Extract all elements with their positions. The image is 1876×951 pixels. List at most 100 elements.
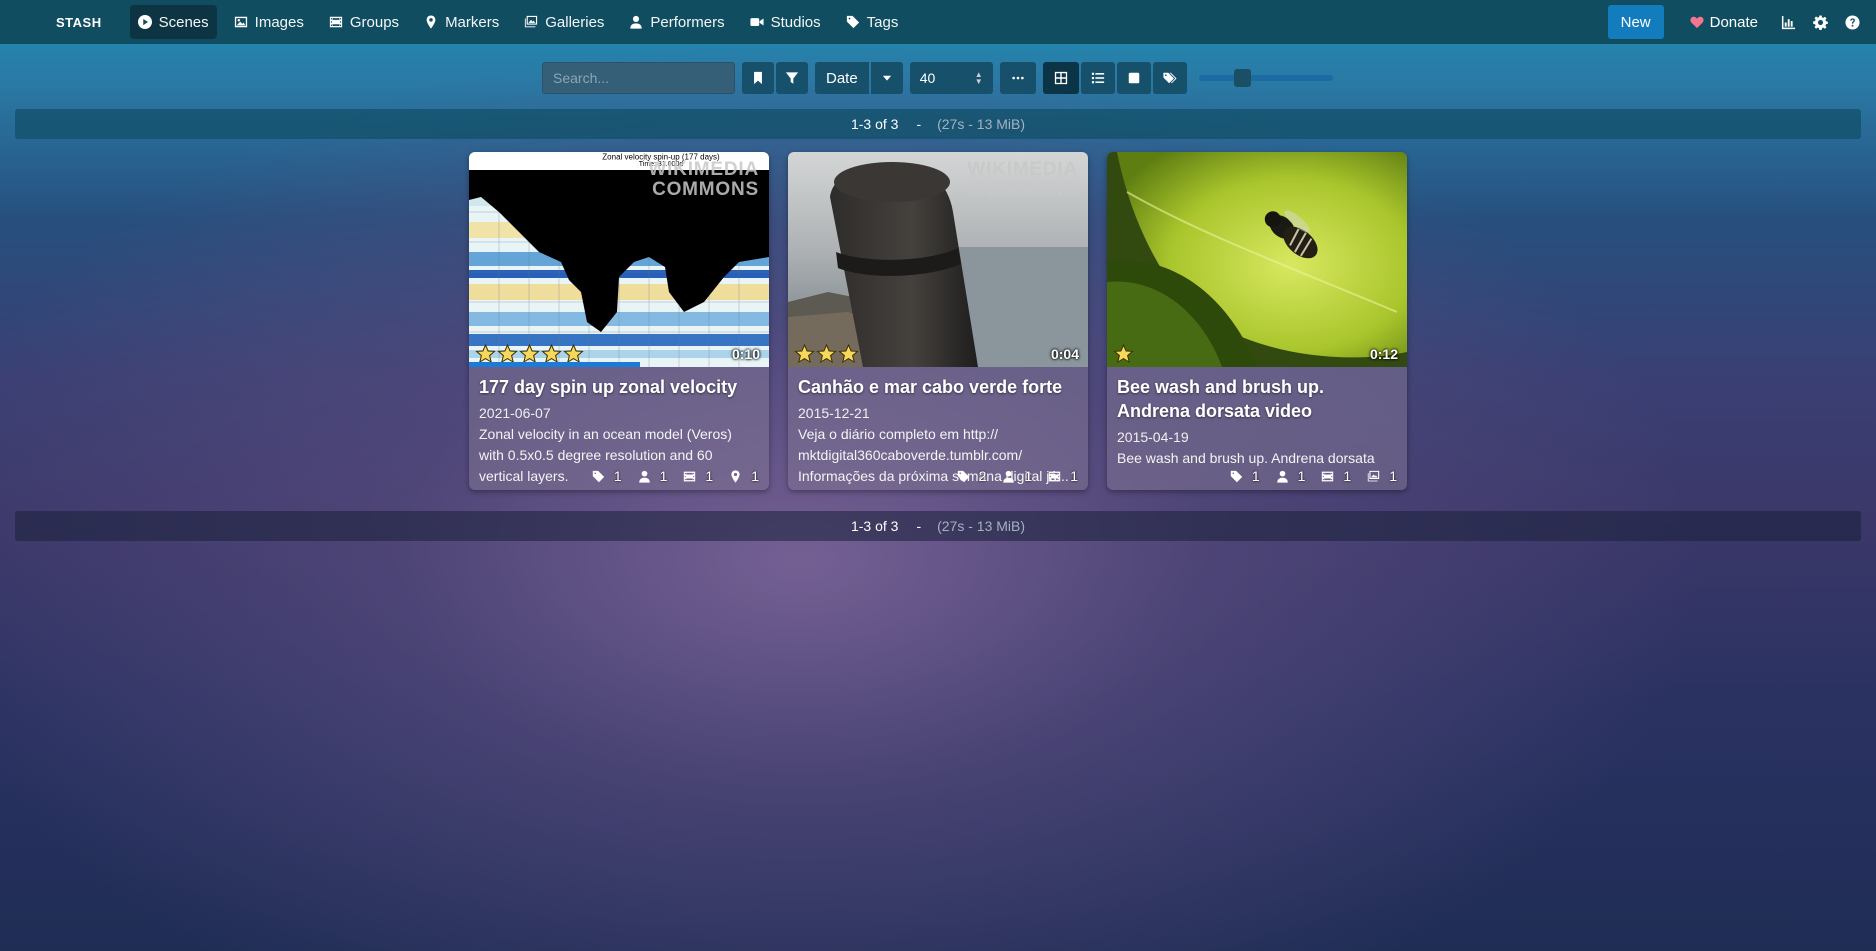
scene-card[interactable]: Zonal velocity spin-up (177 days) Time: … [469, 152, 769, 490]
zoom-slider-thumb[interactable] [1233, 69, 1251, 87]
scene-card[interactable]: WIKIMEDIA COMMONS 0:04 Canhão e mar cabo … [788, 152, 1088, 490]
nav-galleries-label: Galleries [545, 13, 605, 31]
scene-thumbnail[interactable]: 0:12 [1107, 152, 1407, 367]
star-icon[interactable] [475, 344, 496, 364]
star-icon[interactable] [563, 344, 584, 364]
rating-stars[interactable] [794, 344, 859, 364]
square-icon [1128, 72, 1139, 84]
card-popovers: 1 1 1 1 [592, 468, 759, 484]
heart-icon [1690, 16, 1704, 29]
help-button[interactable] [1844, 14, 1860, 30]
star-icon[interactable] [838, 344, 859, 364]
performer-count: 1 [1297, 468, 1306, 484]
video-icon [750, 18, 764, 26]
star-icon[interactable] [816, 344, 837, 364]
group-count: 1 [1070, 468, 1078, 484]
list-icon [1091, 72, 1104, 84]
saved-filters-button[interactable] [742, 62, 774, 94]
tag-count-button[interactable]: 1 [1230, 468, 1260, 484]
watermark-line-1: WIKIMEDIA [648, 159, 759, 180]
nav-markers-label: Markers [445, 13, 500, 31]
result-count: 1-3 of 3 [850, 518, 899, 534]
grid-view-button[interactable] [1042, 62, 1079, 94]
watermark-line-2: COMMONS [971, 179, 1078, 200]
rating-stars[interactable] [1113, 344, 1134, 364]
duration-badge: 0:12 [1369, 346, 1398, 362]
sort-by-dropdown[interactable]: Date [815, 62, 869, 94]
nav-galleries[interactable]: Galleries [516, 5, 612, 39]
donate-link[interactable]: Donate [1690, 14, 1758, 31]
filter-button[interactable] [776, 62, 808, 94]
search-input[interactable] [542, 62, 735, 94]
performer-count-button[interactable]: 1 [1002, 468, 1032, 484]
nav-markers[interactable]: Markers [416, 5, 507, 39]
group-count-button[interactable]: 1 [1321, 468, 1351, 484]
film-icon [1322, 471, 1334, 481]
nav-scenes[interactable]: Scenes [129, 5, 217, 39]
scene-date: 2015-04-19 [1117, 429, 1189, 445]
performer-count: 1 [659, 468, 668, 484]
tag-count: 1 [613, 468, 622, 484]
watermark-line-2: COMMONS [652, 179, 759, 200]
wall-view-button[interactable] [1116, 62, 1151, 94]
nav-performers[interactable]: Performers [621, 5, 732, 39]
stats-button[interactable] [1780, 14, 1796, 30]
caret-down-icon [882, 75, 891, 81]
user-icon [1276, 470, 1288, 483]
nav-images[interactable]: Images [226, 5, 312, 39]
star-icon[interactable] [519, 344, 540, 364]
scene-thumbnail[interactable]: WIKIMEDIA COMMONS 0:04 [788, 152, 1088, 367]
result-separator: - [916, 518, 922, 534]
star-icon[interactable] [794, 344, 815, 364]
scene-card[interactable]: 0:12 Bee wash and brush up. Andrena dors… [1107, 152, 1407, 490]
tag-count-button[interactable]: 1 [592, 468, 622, 484]
nav-groups[interactable]: Groups [321, 5, 407, 39]
marker-count: 1 [751, 468, 759, 484]
marker-count-button[interactable]: 1 [729, 468, 759, 484]
scene-thumbnail[interactable]: Zonal velocity spin-up (177 days) Time: … [469, 152, 769, 367]
group-count-button[interactable]: 1 [1048, 468, 1078, 484]
tagger-view-button[interactable] [1152, 62, 1187, 94]
performer-count-button[interactable]: 1 [638, 468, 668, 484]
scene-title[interactable]: Bee wash and brush up. Andrena dorsata v… [1117, 375, 1397, 423]
tag-count-button[interactable]: 2 [957, 468, 986, 484]
nav-studios-label: Studios [770, 13, 821, 31]
settings-button[interactable] [1812, 14, 1828, 30]
performer-count-button[interactable]: 1 [1276, 468, 1306, 484]
tag-icon [846, 15, 859, 29]
rating-stars[interactable] [475, 344, 584, 364]
scene-title[interactable]: Canhão e mar cabo verde forte [798, 375, 1078, 399]
nav-tags-label: Tags [866, 13, 899, 31]
star-icon[interactable] [1113, 344, 1134, 364]
film-icon [684, 471, 696, 481]
gallery-count-button[interactable]: 1 [1367, 468, 1397, 484]
user-icon [1003, 470, 1015, 483]
pagination-info-top: 1-3 of 3 - (27s - 13 MiB) [15, 109, 1861, 139]
new-button[interactable]: New [1607, 5, 1664, 39]
more-options-button[interactable] [999, 62, 1036, 94]
duration-badge: 0:04 [1050, 346, 1079, 362]
star-icon[interactable] [497, 344, 518, 364]
star-icon[interactable] [541, 344, 562, 364]
duration-badge: 0:10 [731, 346, 760, 362]
display-mode-group [1042, 62, 1187, 94]
zoom-slider[interactable] [1198, 69, 1333, 87]
nav-tags[interactable]: Tags [838, 5, 907, 39]
watermark: WIKIMEDIA COMMONS [648, 160, 759, 200]
nav-studios[interactable]: Studios [742, 5, 829, 39]
question-circle-icon [1844, 14, 1860, 30]
scene-date: 2021-06-07 [479, 405, 551, 421]
card-popovers: 2 1 1 [957, 468, 1078, 484]
scene-title[interactable]: 177 day spin up zonal velocity [479, 375, 759, 399]
result-separator: - [916, 116, 922, 132]
group-count-button[interactable]: 1 [683, 468, 713, 484]
list-view-button[interactable] [1080, 62, 1115, 94]
per-page-select[interactable]: 40 ▲ ▼ [909, 62, 993, 94]
sort-direction-button[interactable] [870, 62, 903, 94]
image-icon [234, 16, 247, 28]
per-page-value: 40 [919, 70, 936, 86]
brand-logo[interactable]: STASH [56, 15, 102, 30]
nav-images-label: Images [254, 13, 304, 31]
filter-button-group [742, 62, 808, 94]
images-icon [1368, 470, 1380, 481]
